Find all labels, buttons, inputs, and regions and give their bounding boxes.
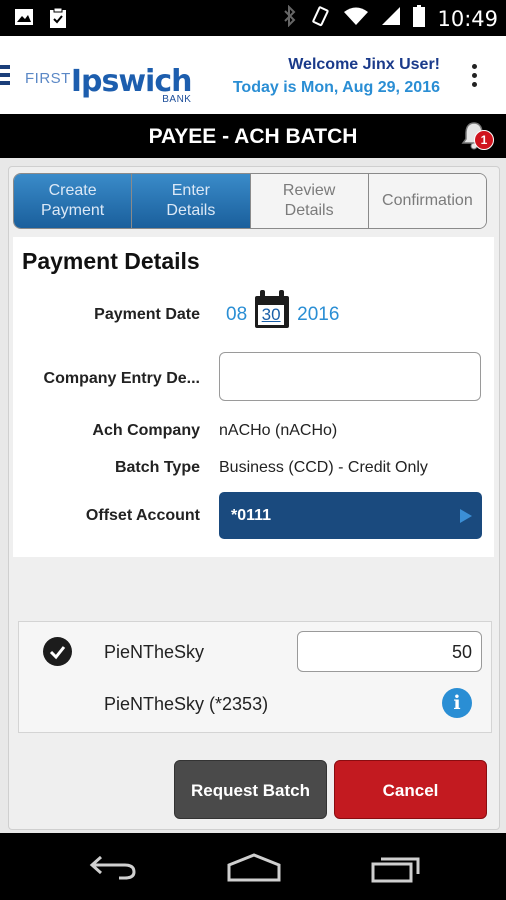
step-create-payment[interactable]: Create Payment [14,174,133,228]
info-icon[interactable]: i [442,688,472,718]
step-label: Details [166,202,216,219]
offset-account-value: *0111 [231,507,272,524]
step-label: Confirmation [382,192,473,209]
offset-account-label: Offset Account [85,507,200,524]
payee-amount-input[interactable]: 50 [297,631,482,672]
step-label: Payment [41,202,105,219]
system-nav-bar [0,833,506,900]
more-options-icon[interactable] [472,64,478,91]
status-time: 10:49 [437,6,498,31]
signal-icon [381,6,401,31]
welcome-text: Welcome Jinx User! [288,56,440,73]
app-header: FIRSTIpswich BANK Welcome Jinx User! Tod… [0,36,506,114]
bank-logo: FIRSTIpswich BANK [25,64,192,105]
request-batch-button[interactable]: Request Batch [174,760,327,819]
payment-date-label: Payment Date [94,306,200,323]
company-entry-label: Company Entry De... [43,370,200,387]
recent-apps-icon[interactable] [371,855,421,883]
payee-name: PieNTheSky [104,642,205,662]
battery-icon [413,5,426,32]
status-bar: 10:49 [0,0,506,36]
clipboard-check-icon [48,7,68,34]
checkmark-circle-icon[interactable] [43,637,72,666]
ach-company-label: Ach Company [92,422,200,439]
payee-account: PieNTheSky (*2353) [104,694,269,714]
date-year: 2016 [297,304,340,325]
wifi-icon [343,6,369,31]
ach-company-value: nACHo (nACHo) [219,422,338,439]
step-label: Create [48,182,97,199]
step-review-details[interactable]: Review Details [250,174,369,228]
step-label: Enter [171,182,210,199]
calendar-icon[interactable]: 30 [255,290,290,328]
progress-steps: Create Payment Enter Details Review Details… [13,173,487,229]
bluetooth-icon [283,4,297,32]
notification-badge: 1 [474,130,494,150]
logo-bank: BANK [162,94,192,105]
page-title: PAYEE - ACH BATCH [148,125,358,148]
step-label: Details [284,202,334,219]
image-icon [14,7,34,34]
notifications-button[interactable]: 1 [460,118,494,154]
step-confirmation[interactable]: Confirmation [368,174,486,228]
company-entry-input[interactable] [219,352,481,401]
step-label: Review [282,182,336,199]
back-icon[interactable] [89,853,137,881]
welcome-block: Welcome Jinx User! Today is Mon, Aug 29,… [233,56,440,97]
home-icon[interactable] [226,851,282,883]
cancel-button[interactable]: Cancel [334,760,487,819]
date-month: 08 [226,304,248,325]
vibrate-icon [309,5,331,32]
logo-first: FIRST [25,70,71,87]
offset-account-select[interactable]: *0111 [219,492,482,539]
menu-icon[interactable] [0,65,10,89]
section-heading: Payment Details [22,248,200,274]
batch-type-label: Batch Type [114,459,200,476]
batch-type-value: Business (CCD) - Credit Only [219,459,428,476]
step-enter-details[interactable]: Enter Details [132,174,251,228]
payment-date-picker[interactable]: 08 30 2016 [226,290,339,328]
today-date-text: Today is Mon, Aug 29, 2016 [232,79,440,96]
date-day: 30 [258,305,285,325]
dropdown-arrow-icon [460,509,472,523]
title-bar: PAYEE - ACH BATCH 1 [0,114,506,158]
